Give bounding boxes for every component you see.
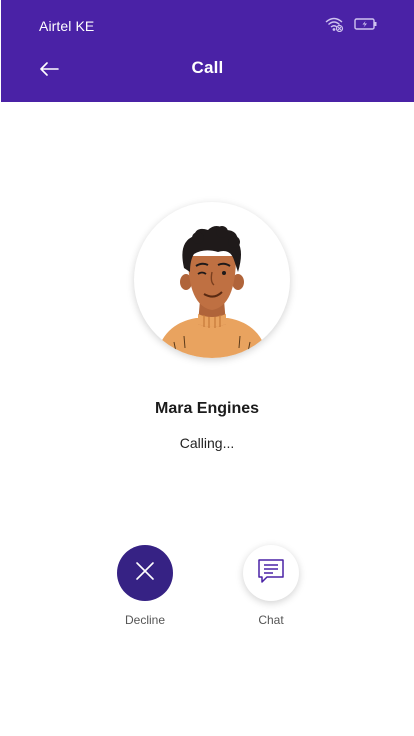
decline-action: Decline	[100, 545, 190, 627]
app-header: Airtel KE Call	[1, 0, 414, 102]
chat-action: Chat	[226, 545, 316, 627]
decline-button[interactable]	[117, 545, 173, 601]
battery-charging-icon	[354, 17, 378, 31]
decline-label: Decline	[124, 613, 166, 627]
close-icon	[134, 560, 156, 587]
chat-icon	[257, 558, 285, 589]
call-status-text: Calling...	[179, 435, 235, 451]
status-icons	[324, 16, 378, 32]
wifi-icon	[324, 16, 344, 32]
contact-name: Mara Engines	[154, 400, 260, 417]
page-title: Call	[191, 58, 224, 77]
avatar	[134, 202, 290, 358]
chat-button[interactable]	[243, 545, 299, 601]
chat-label: Chat	[258, 613, 284, 627]
carrier-name: Airtel KE	[39, 18, 95, 34]
user-avatar-illustration	[156, 226, 268, 358]
